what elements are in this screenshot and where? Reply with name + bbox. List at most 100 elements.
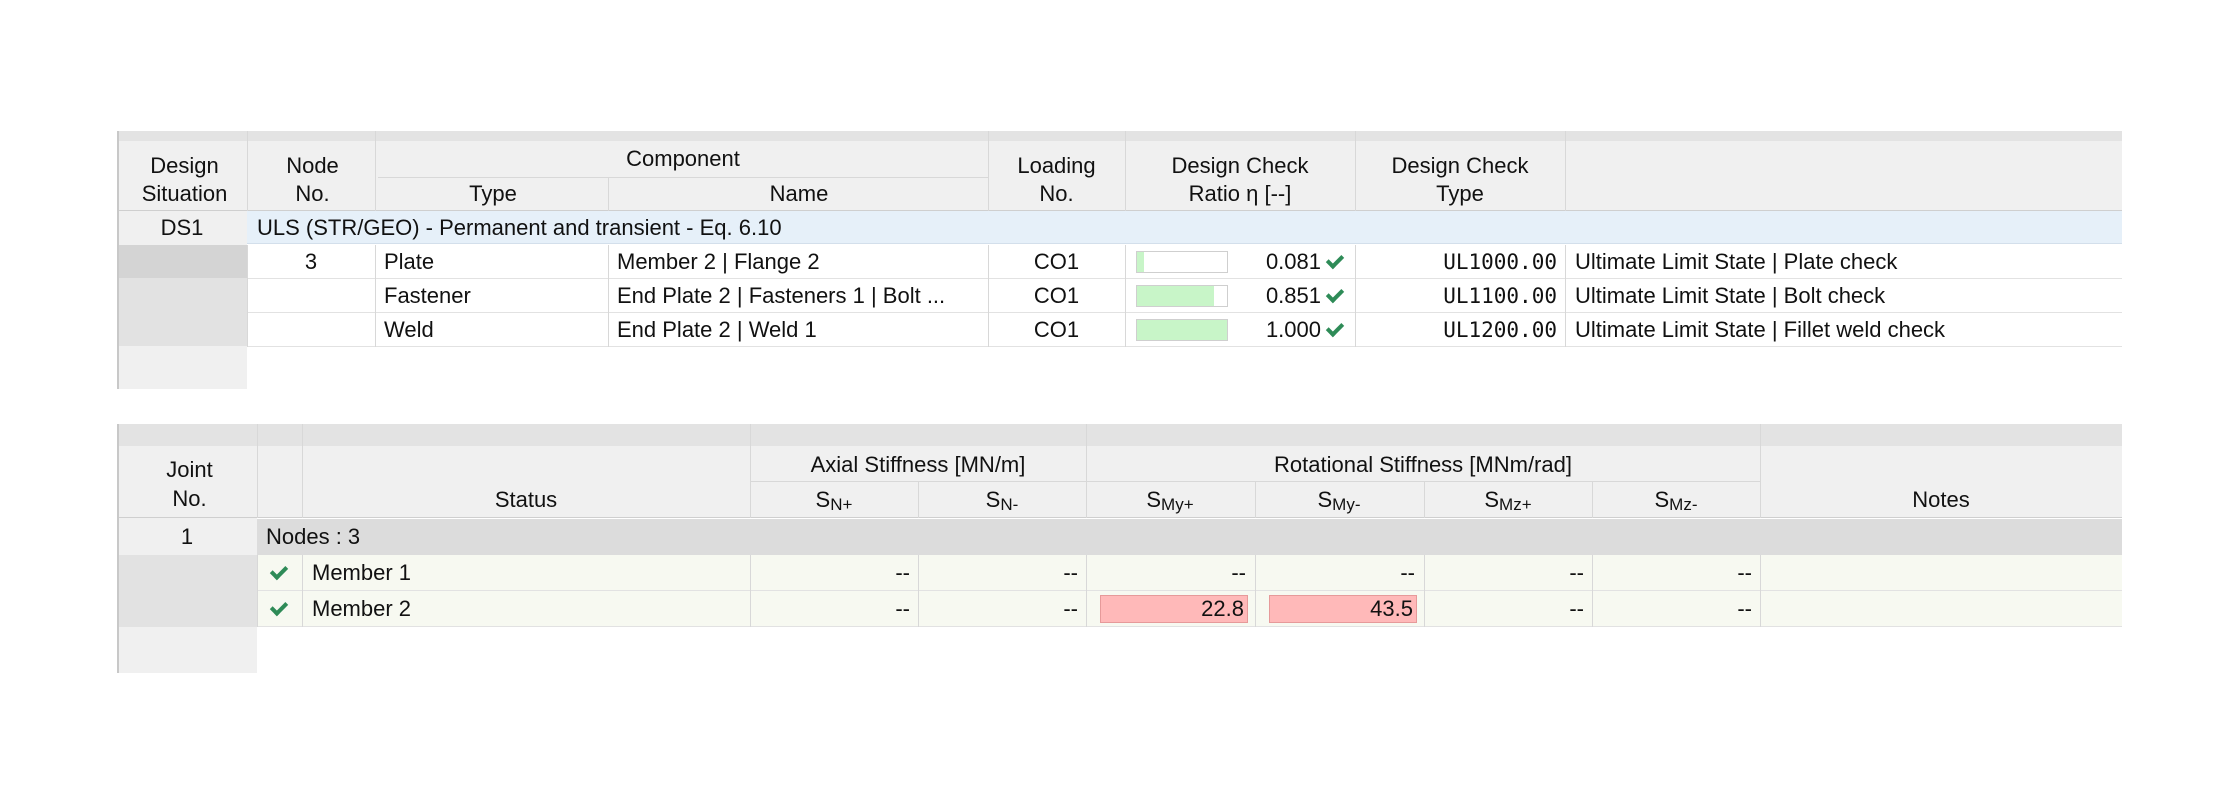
type-cell[interactable]: Fastener <box>384 279 471 313</box>
check-type-code[interactable]: UL1200.00 <box>1355 313 1557 347</box>
header-design-situation[interactable]: Design Situation <box>122 152 247 208</box>
stiffness-value[interactable]: 43.5 <box>1255 591 1413 627</box>
stiffness-value[interactable]: -- <box>1592 591 1752 627</box>
stiffness-value[interactable]: -- <box>1424 555 1584 591</box>
ratio-bar <box>1136 251 1228 273</box>
cell-divider <box>375 279 376 313</box>
name-cell[interactable]: End Plate 2 | Weld 1 <box>617 313 817 347</box>
check-description[interactable]: Ultimate Limit State | Fillet weld check <box>1575 313 1945 347</box>
cell-divider <box>1760 591 1761 627</box>
cell-divider <box>608 279 609 313</box>
stiffness-value[interactable]: -- <box>918 591 1078 627</box>
ratio-value[interactable]: 1.000 <box>1233 313 1321 347</box>
stiffness-subheader[interactable]: SN- <box>918 485 1086 516</box>
ratio-bar <box>1136 285 1228 307</box>
header-name[interactable]: Name <box>610 180 988 208</box>
header-notes[interactable]: Notes <box>1760 485 2122 514</box>
row-selectors[interactable] <box>119 555 257 627</box>
loading-no-cell[interactable]: CO1 <box>988 245 1125 279</box>
stiffness-subheader[interactable]: SMz+ <box>1424 485 1592 516</box>
subheader-symbol: S <box>1484 487 1500 512</box>
header-divider <box>1592 481 1593 518</box>
header-divider <box>375 131 376 211</box>
stiffness-value[interactable]: -- <box>1086 555 1246 591</box>
header-top-strip <box>117 424 2122 446</box>
cell-divider <box>1760 555 1761 591</box>
cell-divider <box>247 313 248 347</box>
subheader-symbol: S <box>1317 487 1333 512</box>
header-node-no[interactable]: Node No. <box>250 152 375 208</box>
name-cell[interactable]: End Plate 2 | Fasteners 1 | Bolt ... <box>617 279 945 313</box>
name-cell[interactable]: Member 2 | Flange 2 <box>617 245 820 279</box>
cell-divider <box>1565 245 1566 279</box>
group-row[interactable] <box>257 519 2122 555</box>
cell-divider <box>608 313 609 347</box>
stiffness-subheader[interactable]: SMy+ <box>1086 485 1254 516</box>
row-selector-selected[interactable] <box>119 245 247 278</box>
header-divider <box>1125 131 1126 211</box>
stiffness-subheader[interactable]: SN+ <box>750 485 918 516</box>
member-name[interactable]: Member 1 <box>312 555 411 591</box>
stiffness-value[interactable]: -- <box>1424 591 1584 627</box>
stiffness-value[interactable]: 22.8 <box>1086 591 1244 627</box>
stiffness-subheader[interactable]: SMz- <box>1592 485 1760 516</box>
cell-divider <box>247 279 248 313</box>
cell-divider <box>1565 313 1566 347</box>
subheader-subscript: Mz+ <box>1499 495 1532 514</box>
header-loading-no[interactable]: Loading No. <box>988 152 1125 208</box>
header-divider <box>608 177 609 211</box>
component-divider <box>378 177 988 178</box>
loading-no-cell[interactable]: CO1 <box>988 279 1125 313</box>
stiffness-value[interactable]: -- <box>918 555 1078 591</box>
cell-divider <box>1125 313 1126 347</box>
header-divider <box>1086 424 1087 518</box>
row-selectors[interactable] <box>119 278 247 346</box>
joint-no-cell[interactable]: 1 <box>117 519 257 555</box>
subheader-symbol: S <box>1146 487 1162 512</box>
cell-divider <box>302 555 303 591</box>
check-type-code[interactable]: UL1000.00 <box>1355 245 1557 279</box>
header-design-check-type[interactable]: Design Check Type <box>1355 152 1565 208</box>
cell-divider <box>375 313 376 347</box>
header-divider <box>750 424 751 518</box>
type-cell[interactable]: Plate <box>384 245 434 279</box>
stiffness-value[interactable]: -- <box>750 591 910 627</box>
ratio-value[interactable]: 0.081 <box>1233 245 1321 279</box>
header-divider <box>1424 481 1425 518</box>
header-divider <box>1760 424 1761 518</box>
header-type[interactable]: Type <box>378 180 608 208</box>
stiffness-value[interactable]: -- <box>750 555 910 591</box>
header-divider <box>988 131 989 211</box>
stiffness-value[interactable]: -- <box>1255 555 1415 591</box>
header-design-check-ratio[interactable]: Design Check Ratio η [--] <box>1125 152 1355 208</box>
header-divider <box>1355 131 1356 211</box>
cell-divider <box>1125 279 1126 313</box>
header-axial-stiffness: Axial Stiffness [MN/m] <box>810 452 1026 477</box>
node-no-cell[interactable]: 3 <box>247 245 375 279</box>
header-rotational-stiffness: Rotational Stiffness [MNm/rad] <box>1274 452 1572 477</box>
subheader-symbol: S <box>985 487 1001 512</box>
header-divider <box>302 424 303 518</box>
ratio-bar-fill <box>1137 286 1214 306</box>
header-status[interactable]: Status <box>302 485 750 514</box>
group-label: Nodes : 3 <box>266 524 361 549</box>
check-description[interactable]: Ultimate Limit State | Bolt check <box>1575 279 1885 313</box>
cell-divider <box>302 591 303 627</box>
cell-divider <box>257 591 258 627</box>
cell-divider <box>257 555 258 591</box>
design-situation-cell[interactable]: DS1 <box>117 211 247 244</box>
stiffness-subheader[interactable]: SMy- <box>1255 485 1423 516</box>
ratio-bar-fill <box>1137 252 1145 272</box>
loading-no-cell[interactable]: CO1 <box>988 313 1125 347</box>
check-type-code[interactable]: UL1100.00 <box>1355 279 1557 313</box>
header-divider <box>247 131 248 211</box>
subheader-symbol: S <box>815 487 831 512</box>
type-cell[interactable]: Weld <box>384 313 434 347</box>
ratio-value[interactable]: 0.851 <box>1233 279 1321 313</box>
subheader-subscript: Mz- <box>1669 495 1698 514</box>
stiffness-value[interactable]: -- <box>1592 555 1752 591</box>
cell-divider <box>375 245 376 279</box>
header-joint-no[interactable]: Joint No. <box>122 455 257 513</box>
member-name[interactable]: Member 2 <box>312 591 411 627</box>
check-description[interactable]: Ultimate Limit State | Plate check <box>1575 245 1897 279</box>
